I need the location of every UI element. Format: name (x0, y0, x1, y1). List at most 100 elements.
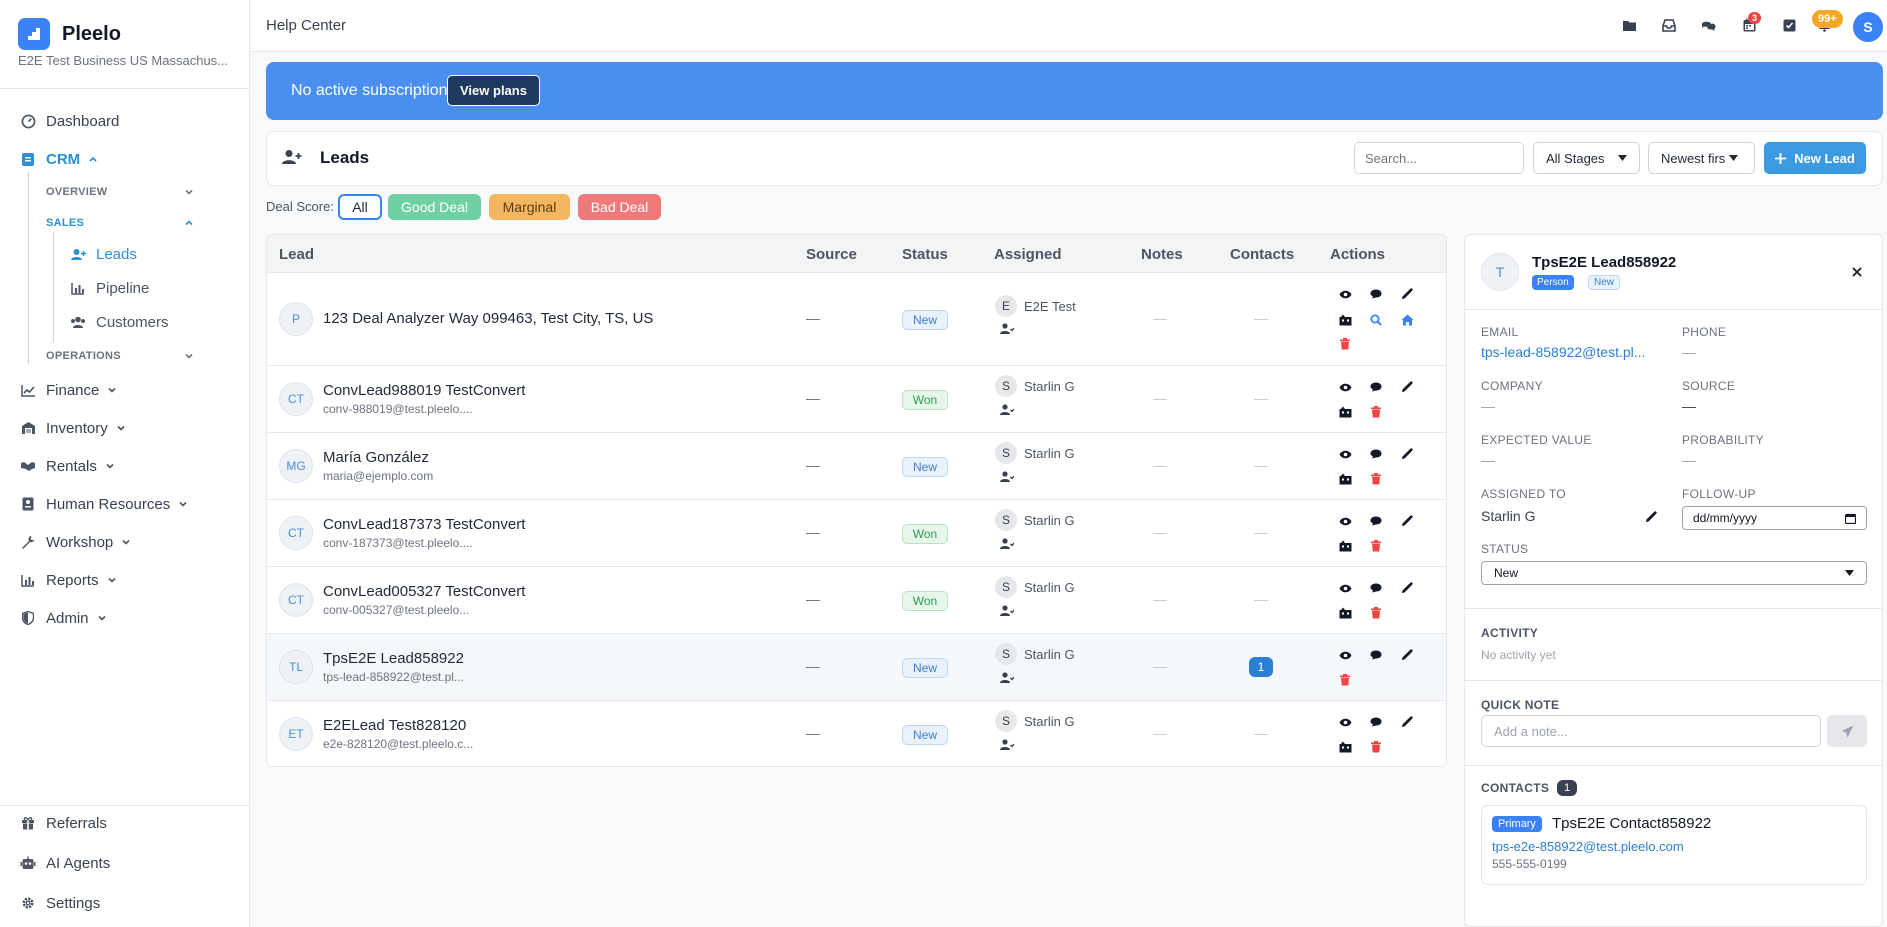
assign-user-icon[interactable] (1000, 323, 1014, 335)
sidebar-item-leads[interactable]: Leads (70, 246, 137, 263)
analyzer-icon[interactable] (1338, 405, 1352, 419)
edit-pencil-icon[interactable] (1400, 715, 1414, 729)
section-sales[interactable]: SALES (46, 217, 194, 229)
assign-user-icon[interactable] (1000, 538, 1014, 550)
chip-all[interactable]: All (338, 194, 382, 220)
assign-user-icon[interactable] (1000, 605, 1014, 617)
col-assigned[interactable]: Assigned (994, 246, 1062, 263)
comment-icon[interactable] (1369, 581, 1383, 595)
table-row[interactable]: CT ConvLead988019 TestConvert conv-98801… (267, 366, 1446, 433)
sidebar-item-workshop[interactable]: Workshop (18, 531, 131, 553)
sidebar-item-pipeline[interactable]: Pipeline (70, 280, 149, 297)
email-link[interactable]: tps-lead-858922@test.pl... (1481, 344, 1645, 360)
folder-icon[interactable] (1621, 17, 1637, 33)
contacts-count-badge[interactable]: 1 (1249, 657, 1273, 677)
lead-name[interactable]: María González (323, 449, 429, 466)
view-eye-icon[interactable] (1338, 581, 1352, 595)
task-check-icon[interactable] (1781, 17, 1797, 33)
user-avatar[interactable]: S (1853, 12, 1883, 42)
page-title[interactable]: Help Center (266, 17, 346, 34)
comment-icon[interactable] (1369, 380, 1383, 394)
analyzer-icon[interactable] (1338, 539, 1352, 553)
sidebar-item-settings[interactable]: Settings (18, 892, 100, 914)
sidebar-item-admin[interactable]: Admin (18, 607, 107, 629)
sidebar-item-inventory[interactable]: Inventory (18, 417, 126, 439)
view-eye-icon[interactable] (1338, 287, 1352, 301)
sidebar-item-ai-agents[interactable]: AI Agents (18, 852, 110, 874)
table-row[interactable]: CT ConvLead005327 TestConvert conv-00532… (267, 567, 1446, 634)
edit-pencil-icon[interactable] (1400, 581, 1414, 595)
section-operations[interactable]: OPERATIONS (46, 350, 194, 362)
comment-icon[interactable] (1369, 715, 1383, 729)
view-eye-icon[interactable] (1338, 447, 1352, 461)
col-lead[interactable]: Lead (279, 246, 314, 263)
sidebar-item-dashboard[interactable]: Dashboard (18, 110, 119, 132)
sidebar-item-crm[interactable]: CRM (18, 148, 98, 170)
comment-icon[interactable] (1369, 514, 1383, 528)
view-eye-icon[interactable] (1338, 514, 1352, 528)
comment-icon[interactable] (1369, 287, 1383, 301)
edit-pencil-icon[interactable] (1400, 287, 1414, 301)
table-row[interactable]: CT ConvLead187373 TestConvert conv-18737… (267, 500, 1446, 567)
analyzer-icon[interactable] (1338, 313, 1352, 327)
comment-icon[interactable] (1369, 447, 1383, 461)
edit-pencil-icon[interactable] (1400, 447, 1414, 461)
view-plans-button[interactable]: View plans (447, 75, 540, 106)
view-eye-icon[interactable] (1338, 648, 1352, 662)
lead-name[interactable]: E2ELead Test828120 (323, 717, 466, 734)
sidebar-item-finance[interactable]: Finance (18, 379, 117, 401)
contact-card[interactable]: Primary TpsE2E Contact858922 tps-e2e-858… (1481, 805, 1867, 885)
inbox-icon[interactable] (1661, 17, 1677, 33)
delete-trash-icon[interactable] (1369, 539, 1383, 553)
section-overview[interactable]: OVERVIEW (46, 186, 194, 198)
analyzer-icon[interactable] (1338, 472, 1352, 486)
business-name[interactable]: E2E Test Business US Massachus... (18, 53, 228, 68)
sidebar-item-human-resources[interactable]: Human Resources (18, 493, 188, 515)
sidebar-item-customers[interactable]: Customers (70, 314, 169, 331)
lead-name[interactable]: ConvLead187373 TestConvert (323, 516, 525, 533)
delete-trash-icon[interactable] (1369, 472, 1383, 486)
delete-trash-icon[interactable] (1369, 606, 1383, 620)
send-note-button[interactable] (1827, 715, 1867, 747)
table-row[interactable]: P 123 Deal Analyzer Way 099463, Test Cit… (267, 273, 1446, 366)
chip-bad-deal[interactable]: Bad Deal (578, 194, 661, 220)
chip-good-deal[interactable]: Good Deal (388, 194, 481, 220)
sort-select[interactable]: Newest firs (1648, 142, 1755, 174)
view-eye-icon[interactable] (1338, 380, 1352, 394)
analyzer-icon[interactable] (1338, 740, 1352, 754)
lead-name[interactable]: ConvLead988019 TestConvert (323, 382, 525, 399)
delete-trash-icon[interactable] (1338, 337, 1352, 351)
lead-name[interactable]: ConvLead005327 TestConvert (323, 583, 525, 600)
view-eye-icon[interactable] (1338, 715, 1352, 729)
status-select[interactable]: New (1481, 561, 1867, 585)
delete-trash-icon[interactable] (1338, 673, 1352, 687)
search-input[interactable] (1354, 142, 1524, 174)
followup-date-input[interactable]: dd/mm/yyyy (1682, 506, 1867, 530)
sidebar-item-reports[interactable]: Reports (18, 569, 117, 591)
home-icon[interactable] (1400, 313, 1414, 327)
search-icon[interactable] (1369, 313, 1383, 327)
assign-user-icon[interactable] (1000, 404, 1014, 416)
edit-pencil-icon[interactable] (1645, 510, 1658, 526)
stage-select[interactable]: All Stages (1533, 142, 1640, 174)
table-row[interactable]: ET E2ELead Test828120 e2e-828120@test.pl… (267, 701, 1446, 766)
brand[interactable]: Pleelo (18, 18, 121, 50)
col-notes[interactable]: Notes (1141, 246, 1183, 263)
analyzer-icon[interactable] (1338, 606, 1352, 620)
assign-user-icon[interactable] (1000, 672, 1014, 684)
quick-note-input[interactable]: Add a note... (1481, 715, 1821, 747)
assign-user-icon[interactable] (1000, 739, 1014, 751)
col-status[interactable]: Status (902, 246, 948, 263)
new-lead-button[interactable]: New Lead (1764, 142, 1866, 174)
close-icon[interactable] (1852, 264, 1862, 280)
table-row[interactable]: TL TpsE2E Lead858922 tps-lead-858922@tes… (267, 634, 1446, 701)
assign-user-icon[interactable] (1000, 471, 1014, 483)
sidebar-item-referrals[interactable]: Referrals (18, 812, 107, 834)
edit-pencil-icon[interactable] (1400, 514, 1414, 528)
chip-marginal[interactable]: Marginal (489, 194, 570, 220)
chat-icon[interactable] (1701, 17, 1717, 33)
sidebar-item-rentals[interactable]: Rentals (18, 455, 115, 477)
edit-pencil-icon[interactable] (1400, 648, 1414, 662)
lead-name[interactable]: 123 Deal Analyzer Way 099463, Test City,… (323, 310, 653, 327)
contact-email-link[interactable]: tps-e2e-858922@test.pleelo.com (1492, 839, 1684, 854)
